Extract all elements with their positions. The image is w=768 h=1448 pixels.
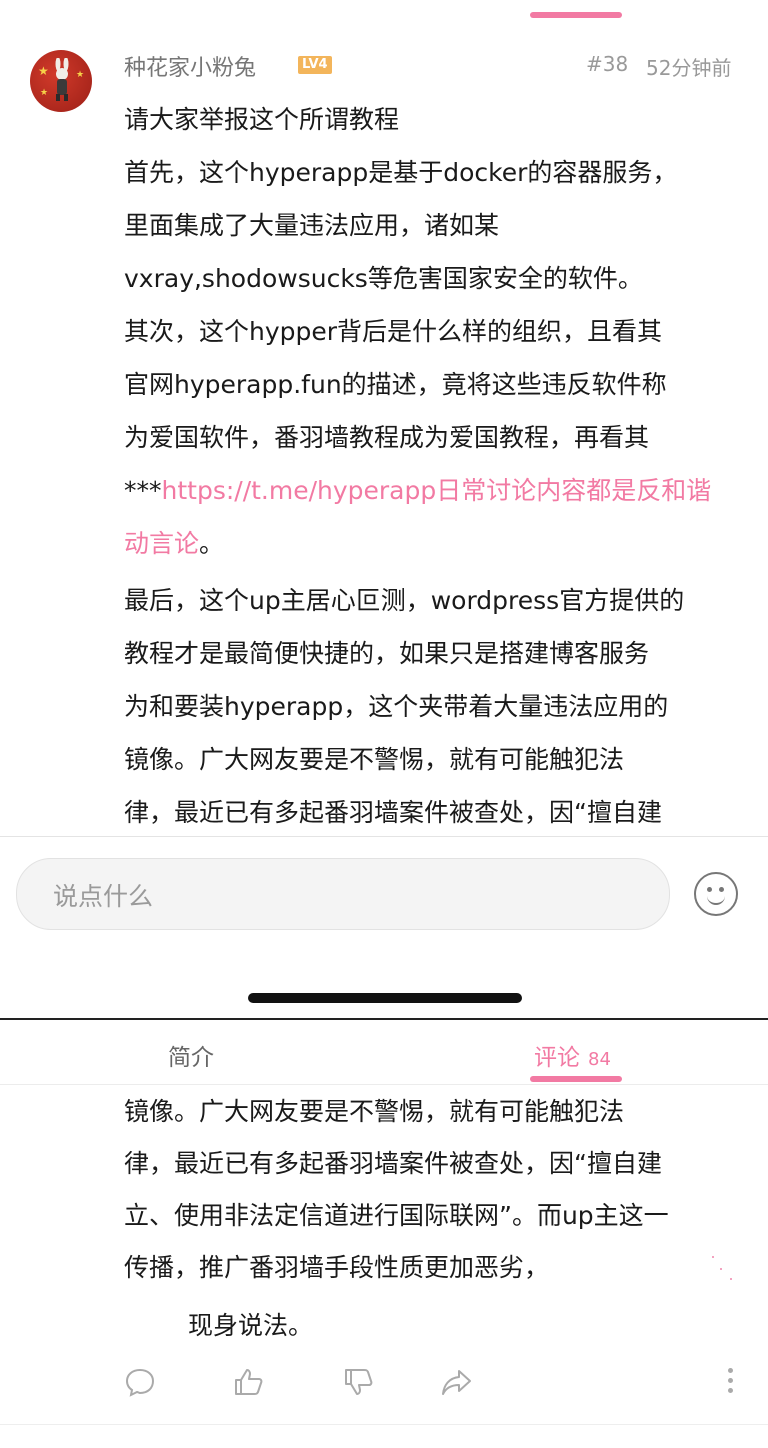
comment-line: 律，最近已有多起番羽墙案件被查处，因“擅自建: [124, 1149, 662, 1178]
star-icon: ★: [38, 64, 49, 78]
comment-line: 立、使用非法定信道进行国际联网”。而up主这一: [124, 1201, 669, 1230]
username[interactable]: 种花家小粉兔: [124, 50, 256, 82]
telegram-link[interactable]: https://t.me/hyperapp日常讨论内容都是反和谐: [162, 476, 712, 505]
punctuation: 。: [199, 529, 225, 558]
comment-detail-screen: ★ ★ ★ 种花家小粉兔 LV4 #38 52分钟前 请大家举报这个所谓教程 首…: [0, 0, 768, 1010]
avatar[interactable]: ★ ★ ★: [30, 50, 92, 112]
comment-line: 最后，这个up主居心叵测，wordpress官方提供的: [124, 586, 685, 615]
home-indicator[interactable]: [248, 993, 522, 1003]
comment-count: 84: [588, 1049, 611, 1070]
comment-line: vxray,shodowsucks等危害国家安全的软件。: [124, 264, 643, 293]
tab-comments-label: 评论: [534, 1045, 580, 1071]
comment-line: 其次，这个hypper背后是什么样的组织，且看其: [124, 317, 663, 346]
tab-intro[interactable]: 简介: [168, 1038, 214, 1072]
comment-line: 动言论。: [124, 518, 224, 570]
comment-line: 传播，推广番羽墙手段性质更加恶劣，: [124, 1253, 550, 1282]
like-icon[interactable]: [232, 1366, 264, 1398]
timestamp: 52分钟前: [646, 56, 732, 80]
comment-line: 请大家举报这个所谓教程: [124, 105, 400, 134]
comment-line: 教程才是最简便快捷的，如果只是搭建博客服务: [124, 639, 650, 668]
comment-line: 镜像。广大网友要是不警惕，就有可能触犯法: [124, 1097, 625, 1126]
divider: [0, 836, 768, 837]
smiley-face-icon[interactable]: [694, 872, 738, 916]
comment-line: ***https://t.me/hyperapp日常讨论内容都是反和谐: [124, 465, 711, 517]
bunny-icon: [55, 58, 69, 101]
more-icon[interactable]: [728, 1368, 734, 1398]
comment-input-placeholder: 说点什么: [53, 882, 154, 911]
comment-line: 为爱国软件，番羽墙教程成为爱国教程，再看其: [124, 423, 650, 452]
star-icon: ★: [76, 70, 85, 80]
active-tab-indicator: [530, 1076, 622, 1082]
comment-line: 官网hyperapp.fun的描述，竟将这些违反软件称: [124, 370, 667, 399]
active-tab-indicator: [530, 12, 622, 18]
comment-line: 首先，这个hyperapp是基于docker的容器服务，: [124, 158, 678, 187]
comment-line: 为和要装hyperapp，这个夹带着大量违法应用的: [124, 692, 669, 721]
reply-icon[interactable]: [124, 1366, 156, 1398]
star-icon: ★: [40, 88, 49, 98]
share-icon[interactable]: [440, 1366, 472, 1398]
comments-tab-screen: 简介 评论 84 镜像。广大网友要是不警惕，就有可能触犯法 律，最近已有多起番羽墙…: [0, 1020, 768, 1448]
comment-line: 镜像。广大网友要是不警惕，就有可能触犯法: [124, 745, 625, 774]
masked-text: ***: [124, 476, 162, 505]
dislike-icon[interactable]: [342, 1366, 374, 1398]
comment-input[interactable]: 说点什么: [16, 858, 670, 930]
comment-line: 律，最近已有多起番羽墙案件被查处，因“擅自建: [124, 798, 662, 827]
comment-line: 里面集成了大量违法应用，诸如某: [124, 211, 500, 240]
tab-comments[interactable]: 评论 84: [534, 1038, 611, 1072]
level-badge: LV4: [298, 56, 332, 74]
telegram-link-continued[interactable]: 动言论: [124, 529, 199, 558]
divider: [0, 1424, 768, 1425]
floor-number: #38: [586, 52, 629, 76]
divider: [0, 1084, 768, 1085]
comment-line: 现身说法。: [188, 1311, 314, 1340]
